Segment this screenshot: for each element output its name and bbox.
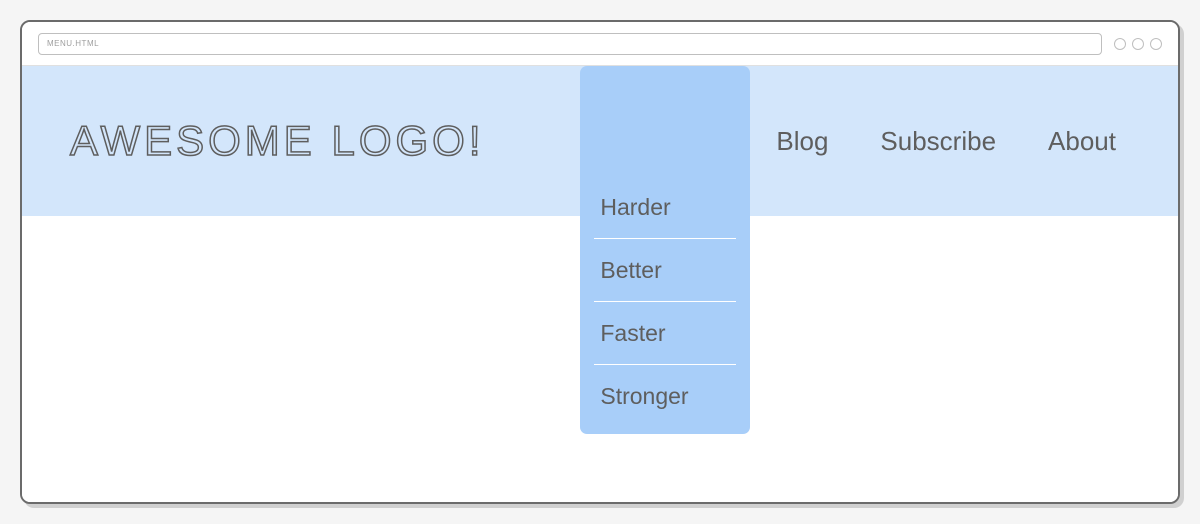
dropdown-item-faster[interactable]: Faster: [580, 302, 750, 365]
minimize-icon[interactable]: [1114, 38, 1126, 50]
address-bar[interactable]: MENU.HTML: [38, 33, 1102, 55]
browser-chrome: MENU.HTML: [22, 22, 1178, 66]
address-text: MENU.HTML: [47, 39, 99, 48]
page-content: Awesome Logo! Harder Better Faster Stron…: [22, 66, 1178, 502]
dropdown-item-stronger[interactable]: Stronger: [580, 365, 750, 428]
maximize-icon[interactable]: [1132, 38, 1144, 50]
nav-item-blog[interactable]: Blog: [750, 66, 854, 216]
dropdown-item-harder[interactable]: Harder: [580, 176, 750, 239]
nav-item-subscribe[interactable]: Subscribe: [854, 66, 1022, 216]
dropdown-item-better[interactable]: Better: [580, 239, 750, 302]
close-icon[interactable]: [1150, 38, 1162, 50]
primary-nav: Harder Better Faster Stronger Blog Subsc…: [580, 66, 1142, 216]
nav-dropdown-container: Harder Better Faster Stronger: [580, 66, 750, 216]
window-controls: [1114, 38, 1162, 50]
browser-window: MENU.HTML Awesome Logo! Harder Better Fa…: [20, 20, 1180, 504]
nav-item-about[interactable]: About: [1022, 66, 1142, 216]
logo: Awesome Logo!: [70, 117, 485, 165]
dropdown-menu: Harder Better Faster Stronger: [580, 66, 750, 434]
